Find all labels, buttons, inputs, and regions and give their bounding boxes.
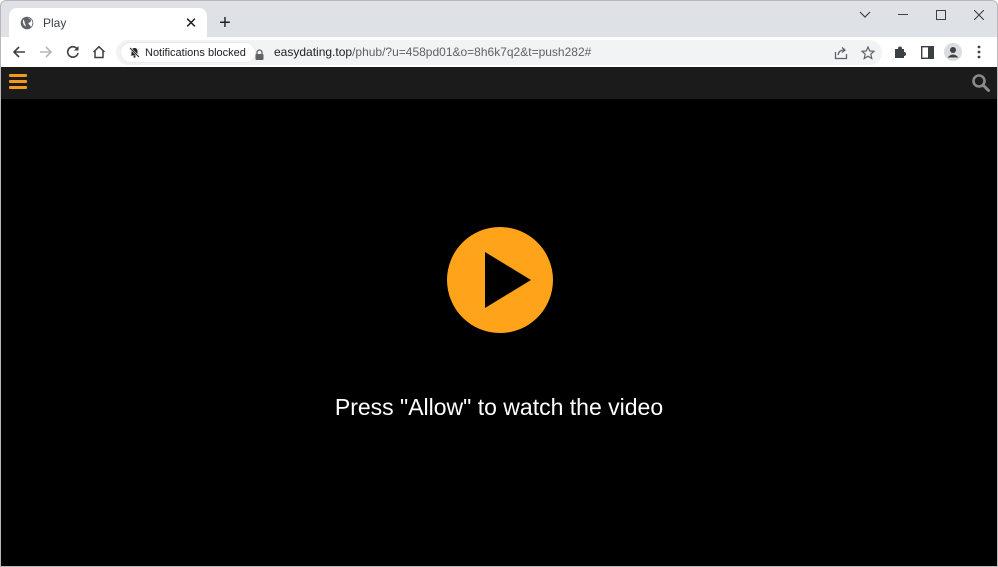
- tab-strip: Play ✕ +: [1, 1, 997, 37]
- url-text[interactable]: easydating.top/phub/?u=458pd01&o=8h6k7q2…: [274, 45, 591, 59]
- hamburger-menu-icon[interactable]: [9, 74, 27, 92]
- profile-avatar-icon[interactable]: [943, 42, 963, 62]
- side-panel-icon[interactable]: [917, 42, 937, 62]
- close-tab-icon[interactable]: ✕: [183, 15, 199, 32]
- bookmark-star-icon[interactable]: [859, 44, 877, 62]
- url-path: /phub/?u=458pd01&o=8h6k7q2&t=push282#: [352, 45, 592, 59]
- share-icon[interactable]: [832, 44, 850, 62]
- maximize-button[interactable]: [922, 1, 960, 29]
- minimize-button[interactable]: [884, 1, 922, 29]
- tab-play[interactable]: Play ✕: [9, 8, 207, 37]
- notifications-blocked-chip[interactable]: Notifications blocked: [120, 42, 256, 63]
- globe-icon: [20, 16, 34, 30]
- browser-menu-icon[interactable]: [969, 42, 989, 62]
- browser-toolbar: Notifications blocked easydating.top/phu…: [1, 37, 997, 67]
- browser-window: Play ✕ + Notifications blocked easydatin…: [0, 0, 998, 567]
- lock-icon[interactable]: [255, 47, 264, 65]
- address-bar[interactable]: Notifications blocked easydating.top/phu…: [116, 40, 882, 65]
- allow-prompt-message: Press "Allow" to watch the video: [334, 394, 664, 420]
- play-icon: [485, 252, 531, 308]
- notifications-blocked-label: Notifications blocked: [145, 46, 246, 59]
- tab-search-button[interactable]: [846, 1, 884, 29]
- back-button[interactable]: [8, 41, 30, 63]
- forward-button[interactable]: [35, 41, 57, 63]
- new-tab-button[interactable]: +: [215, 13, 235, 33]
- tab-title: Play: [43, 15, 67, 30]
- page-content: Press "Allow" to watch the video: [1, 67, 997, 566]
- url-host: easydating.top: [274, 45, 353, 59]
- home-button[interactable]: [88, 41, 110, 63]
- reload-button[interactable]: [62, 41, 84, 63]
- play-button[interactable]: [447, 227, 553, 333]
- site-header: [1, 67, 997, 99]
- bell-off-icon: [129, 47, 140, 58]
- extensions-icon[interactable]: [890, 42, 910, 62]
- search-icon[interactable]: [971, 73, 991, 93]
- close-window-button[interactable]: [960, 1, 997, 29]
